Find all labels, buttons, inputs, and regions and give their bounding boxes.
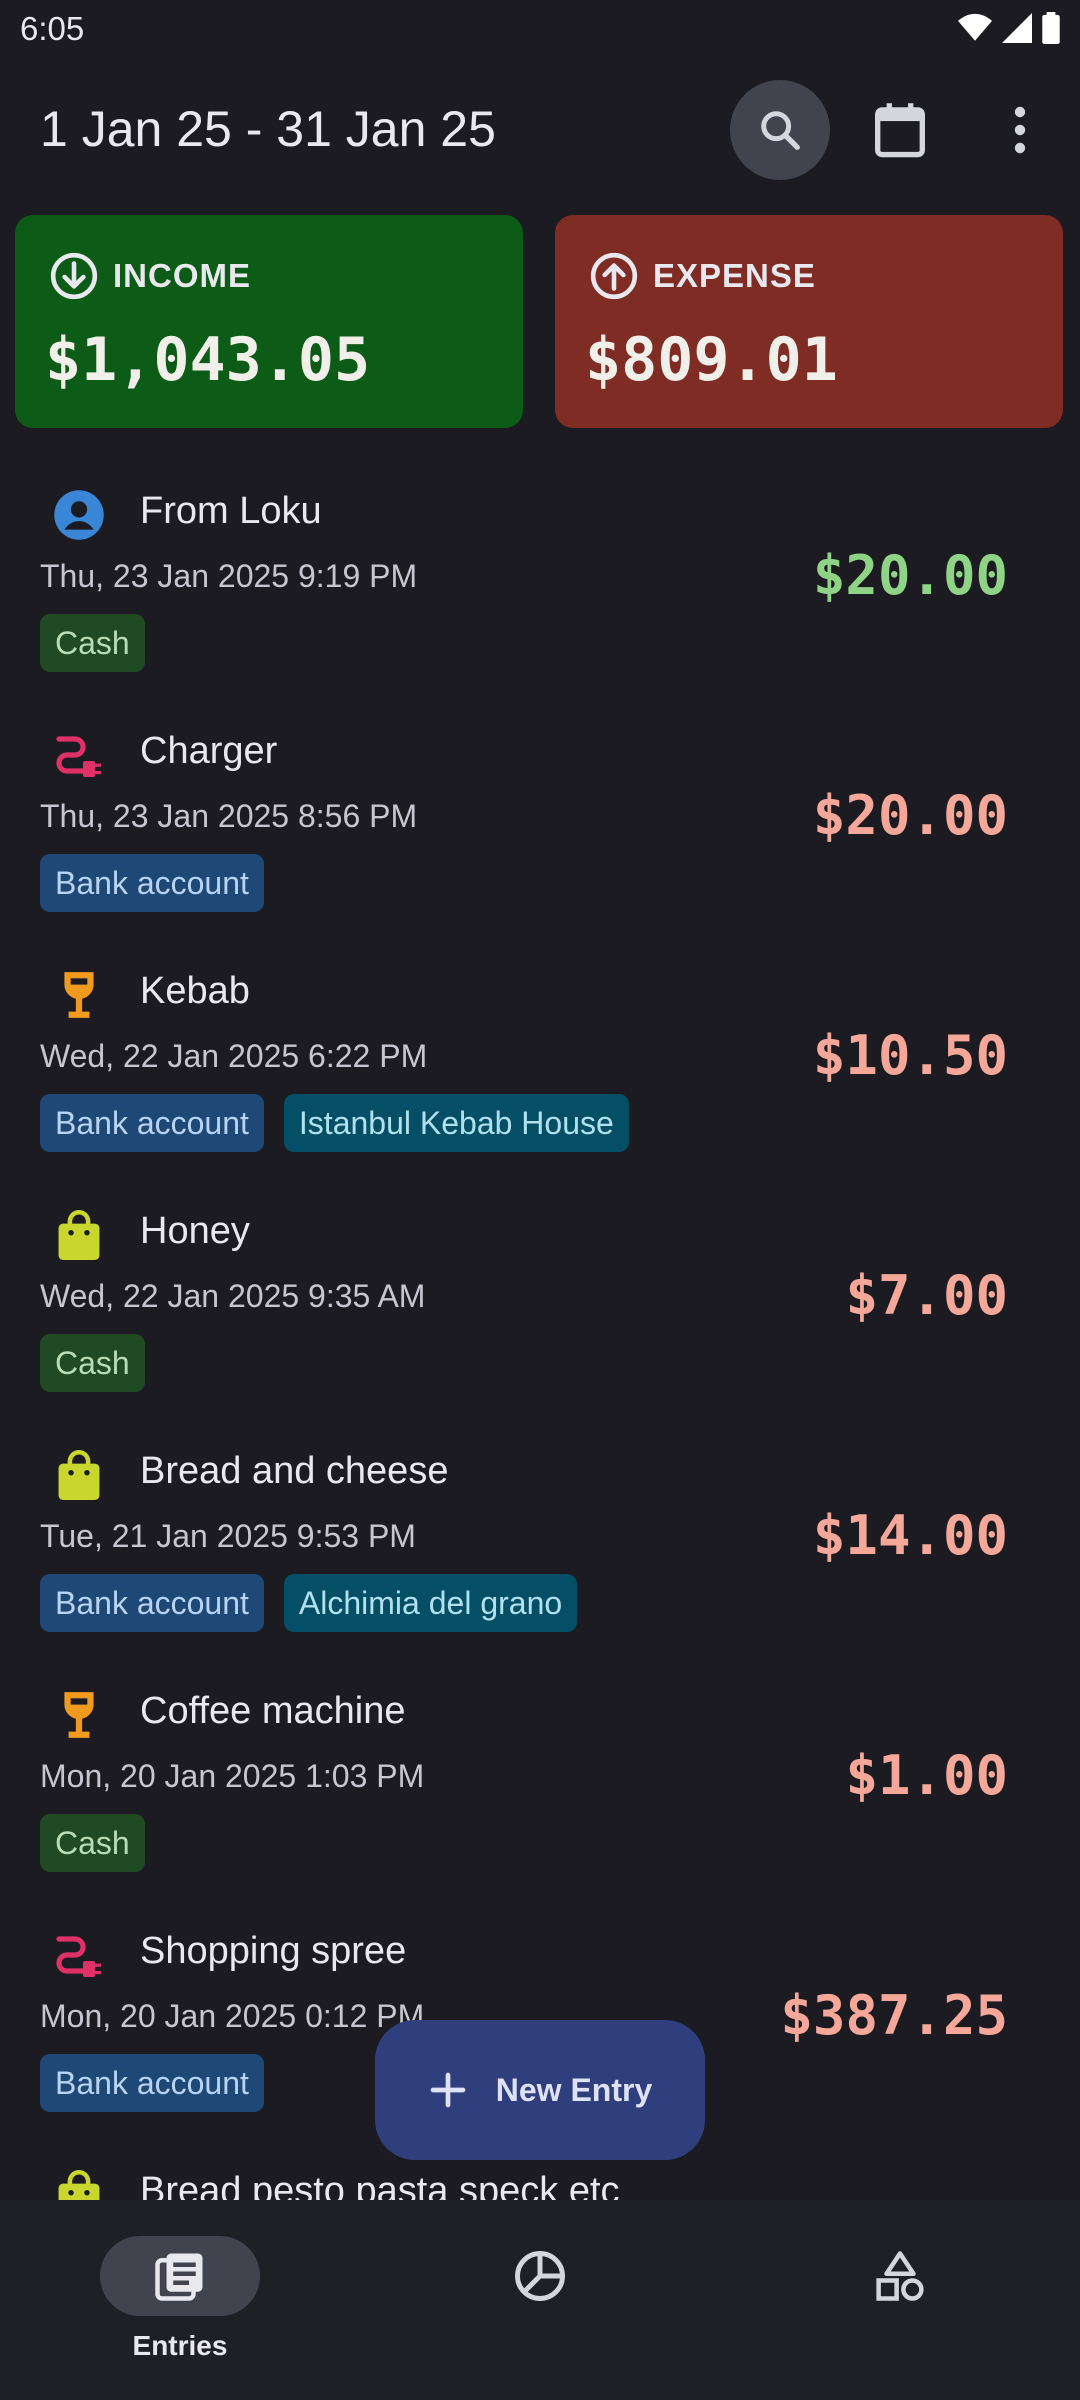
entry-date: Tue, 21 Jan 2025 9:53 PM xyxy=(40,1518,416,1554)
app-bar: 1 Jan 25 - 31 Jan 25 xyxy=(0,64,1080,194)
list-item[interactable]: Charger Thu, 23 Jan 2025 8:56 PM $20.00 … xyxy=(0,700,1080,940)
signal-icon xyxy=(1002,13,1032,43)
tag-chip[interactable]: Cash xyxy=(40,614,145,672)
new-entry-label: New Entry xyxy=(495,2071,653,2108)
arrow-up-circle-icon xyxy=(590,252,638,300)
entry-date: Mon, 20 Jan 2025 1:03 PM xyxy=(40,1758,425,1794)
entry-title: Honey xyxy=(140,1210,250,1252)
pie-chart-icon xyxy=(515,2251,565,2301)
list-item[interactable]: Kebab Wed, 22 Jan 2025 6:22 PM $10.50 Ba… xyxy=(0,940,1080,1180)
nav-entries-label: Entries xyxy=(132,2330,228,2361)
plus-icon xyxy=(430,2072,466,2108)
entry-tags: Cash xyxy=(40,614,145,672)
date-range-title[interactable]: 1 Jan 25 - 31 Jan 25 xyxy=(40,100,496,158)
entry-date: Thu, 23 Jan 2025 8:56 PM xyxy=(40,798,418,834)
tag-chip[interactable]: Bank account xyxy=(40,2054,264,2112)
tag-chip[interactable]: Bank account xyxy=(40,1574,264,1632)
wifi-icon xyxy=(958,13,992,41)
shopping-bag-icon xyxy=(52,1208,106,1262)
entry-title: Bread and cheese xyxy=(140,1450,449,1492)
tag-chip[interactable]: Cash xyxy=(40,1334,145,1392)
entry-title: Charger xyxy=(140,730,278,772)
entry-date: Wed, 22 Jan 2025 9:35 AM xyxy=(40,1278,426,1314)
entry-title: Kebab xyxy=(140,970,250,1012)
nav-categories-indicator xyxy=(820,2236,980,2316)
entry-tags: Bank account Istanbul Kebab House xyxy=(40,1094,629,1152)
tag-chip[interactable]: Istanbul Kebab House xyxy=(283,1094,629,1152)
tag-chip[interactable]: Alchimia del grano xyxy=(283,1574,578,1632)
wine-glass-icon xyxy=(52,1688,106,1742)
bottom-navigation: Entries xyxy=(0,2200,1080,2400)
nav-entries-indicator xyxy=(100,2236,260,2316)
more-vert-icon xyxy=(1014,106,1026,154)
entry-date: Wed, 22 Jan 2025 6:22 PM xyxy=(40,1038,428,1074)
entry-amount: $10.50 xyxy=(812,1024,1008,1087)
battery-icon xyxy=(1042,12,1060,44)
more-options-button[interactable] xyxy=(970,80,1070,180)
entry-title: From Loku xyxy=(140,490,322,532)
search-icon xyxy=(761,111,800,150)
entry-amount: $387.25 xyxy=(780,1984,1008,2047)
entry-amount: $14.00 xyxy=(812,1504,1008,1567)
expense-card[interactable]: EXPENSE $809.01 xyxy=(555,215,1063,428)
income-card[interactable]: INCOME $1,043.05 xyxy=(15,215,523,428)
status-icons xyxy=(958,12,1060,44)
arrow-down-circle-icon xyxy=(50,252,98,300)
tag-chip[interactable]: Cash xyxy=(40,1814,145,1872)
list-item[interactable]: Honey Wed, 22 Jan 2025 9:35 AM $7.00 Cas… xyxy=(0,1180,1080,1420)
shapes-icon xyxy=(876,2251,924,2301)
entry-date: Thu, 23 Jan 2025 9:19 PM xyxy=(40,558,418,594)
entry-date: Mon, 20 Jan 2025 0:12 PM xyxy=(40,1998,425,2034)
expense-label: EXPENSE xyxy=(653,257,816,294)
entry-tags: Cash xyxy=(40,1334,145,1392)
new-entry-button[interactable]: New Entry xyxy=(375,2020,705,2160)
calendar-button[interactable] xyxy=(850,80,950,180)
entry-tags: Bank account xyxy=(40,854,264,912)
list-item[interactable]: Coffee machine Mon, 20 Jan 2025 1:03 PM … xyxy=(0,1660,1080,1900)
income-label: INCOME xyxy=(113,257,251,294)
tag-chip[interactable]: Bank account xyxy=(40,1094,264,1152)
entry-tags: Cash xyxy=(40,1814,145,1872)
calendar-icon xyxy=(875,103,925,158)
entry-amount: $20.00 xyxy=(812,784,1008,847)
entry-tags: Bank account xyxy=(40,2054,264,2112)
entries-list[interactable]: From Loku Thu, 23 Jan 2025 9:19 PM $20.0… xyxy=(0,460,1080,2200)
tag-chip[interactable]: Bank account xyxy=(40,854,264,912)
plug-icon xyxy=(52,1928,106,1982)
nav-item-statistics[interactable] xyxy=(440,2236,640,2316)
income-amount: $1,043.05 xyxy=(45,325,371,395)
wine-glass-icon xyxy=(52,968,106,1022)
plug-icon xyxy=(52,728,106,782)
shopping-bag-icon xyxy=(52,1448,106,1502)
nav-item-categories[interactable] xyxy=(800,2236,1000,2316)
list-item[interactable]: From Loku Thu, 23 Jan 2025 9:19 PM $20.0… xyxy=(0,460,1080,700)
entry-amount: $20.00 xyxy=(812,544,1008,607)
entry-title: Bread pesto pasta speck etc xyxy=(140,2170,620,2200)
entries-icon xyxy=(155,2253,203,2301)
entry-amount: $1.00 xyxy=(845,1744,1008,1807)
entry-title: Shopping spree xyxy=(140,1930,407,1972)
nav-statistics-indicator xyxy=(460,2236,620,2316)
status-bar: 6:05 xyxy=(0,0,1080,64)
search-button[interactable] xyxy=(730,80,830,180)
person-icon xyxy=(52,488,106,542)
entry-amount: $7.00 xyxy=(845,1264,1008,1327)
list-item[interactable]: Bread and cheese Tue, 21 Jan 2025 9:53 P… xyxy=(0,1420,1080,1660)
entry-tags: Bank account Alchimia del grano xyxy=(40,1574,578,1632)
status-time: 6:05 xyxy=(20,10,85,47)
shopping-bag-icon xyxy=(52,2168,106,2200)
nav-item-entries[interactable]: Entries xyxy=(80,2236,280,2362)
entry-title: Coffee machine xyxy=(140,1690,406,1732)
expense-amount: $809.01 xyxy=(585,325,838,395)
